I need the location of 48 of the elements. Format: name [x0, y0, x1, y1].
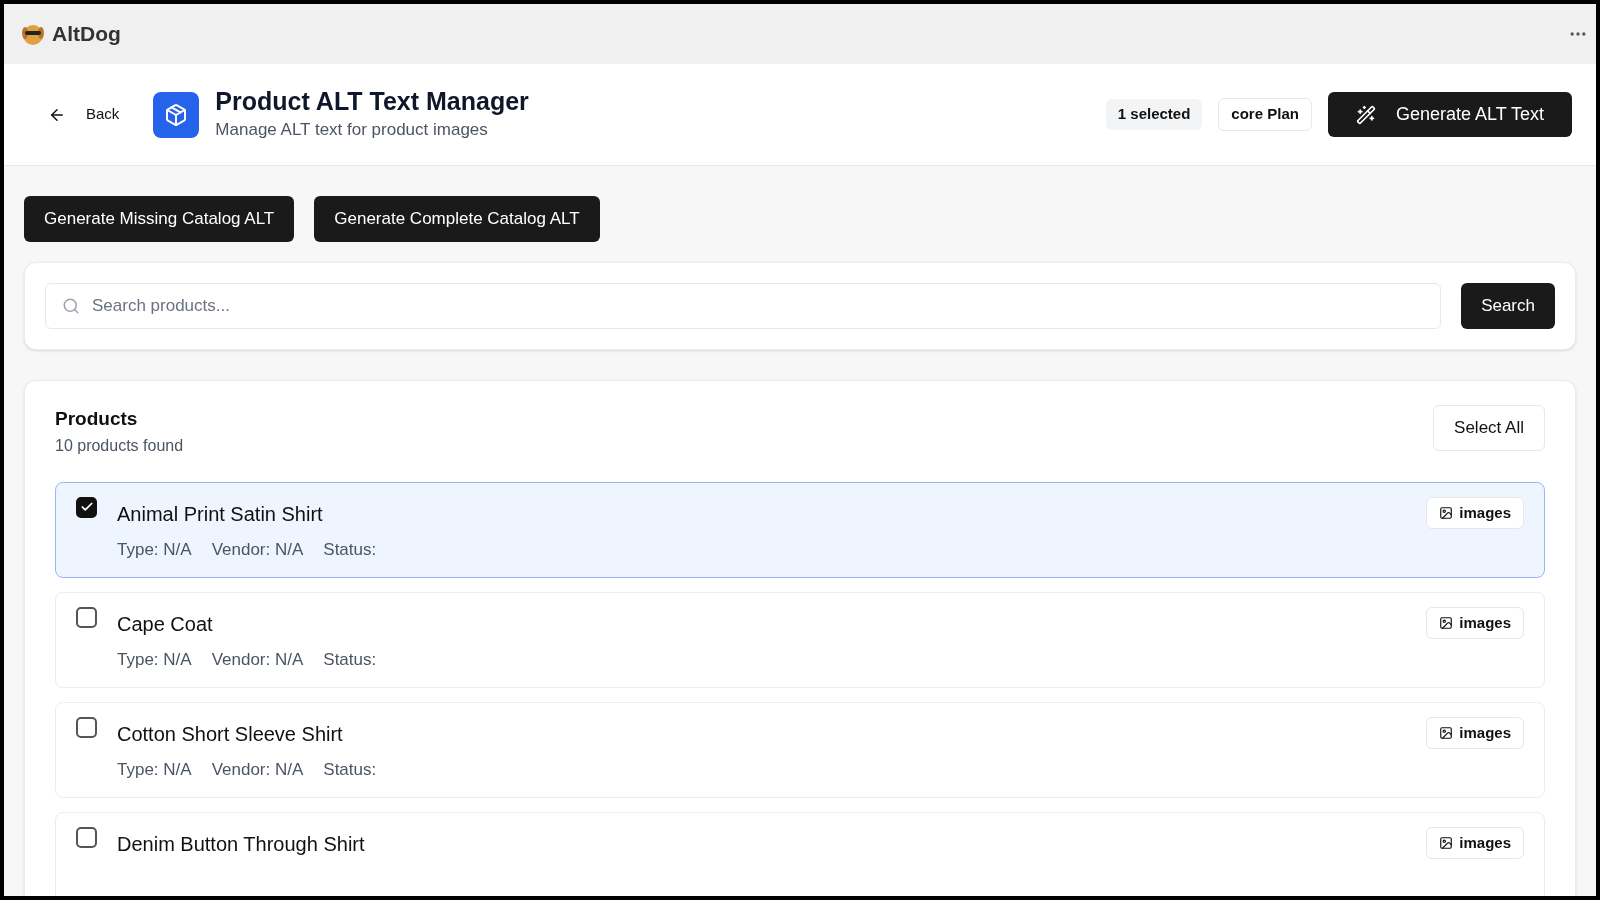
- checkbox[interactable]: [76, 496, 97, 518]
- selected-count: 1 selected: [1105, 99, 1203, 130]
- image-icon: [1439, 725, 1454, 740]
- page-subtitle: Manage ALT text for product images: [215, 119, 489, 142]
- products-title: Products: [55, 407, 139, 431]
- images-badge: images: [1426, 496, 1524, 529]
- product-name: Cape Coat: [117, 611, 214, 637]
- generate-alt-text-button[interactable]: Generate ALT Text: [1327, 92, 1572, 137]
- image-icon: [1439, 835, 1454, 850]
- product-vendor: Vendor: N/A: [211, 758, 304, 781]
- plan-label: core Plan: [1218, 98, 1312, 131]
- product-name: Denim Button Through Shirt: [117, 831, 365, 857]
- image-icon: [1439, 615, 1454, 630]
- checkbox[interactable]: [76, 606, 97, 628]
- package-icon: [153, 91, 200, 138]
- select-all-button[interactable]: Select All: [1433, 405, 1545, 451]
- checkbox[interactable]: [76, 826, 97, 848]
- images-badge: images: [1426, 606, 1524, 639]
- product-type: Type: N/A: [117, 758, 192, 781]
- checkbox[interactable]: [76, 716, 97, 738]
- product-type: Type: N/A: [117, 538, 192, 561]
- product-row[interactable]: Cape Coat Type: N/A Vendor: N/A Status: images: [55, 591, 1545, 688]
- product-row[interactable]: Cotton Short Sleeve Shirt Type: N/A Vendor: N/A Status: images: [55, 701, 1545, 798]
- search-input[interactable]: Search products...: [92, 293, 1425, 319]
- search-icon: [62, 297, 80, 315]
- images-badge: images: [1426, 826, 1524, 859]
- product-status: Status:: [323, 758, 377, 781]
- search-button[interactable]: Search: [1461, 283, 1555, 329]
- product-row[interactable]: Denim Button Through Shirt images: [55, 811, 1545, 896]
- catalog-action-button[interactable]: Generate Complete Catalog ALT: [314, 196, 600, 242]
- search-field[interactable]: Search products...: [45, 283, 1442, 329]
- product-type: Type: N/A: [117, 648, 192, 671]
- product-vendor: Vendor: N/A: [211, 648, 304, 671]
- product-status: Status:: [323, 648, 377, 671]
- image-icon: [1439, 505, 1454, 520]
- product-name: Cotton Short Sleeve Shirt: [117, 721, 344, 747]
- magic-wand-icon: [1355, 104, 1376, 125]
- check-icon: [79, 500, 94, 514]
- products-count: 10 products found: [55, 435, 184, 456]
- product-vendor: Vendor: N/A: [211, 538, 304, 561]
- catalog-action-button[interactable]: Generate Missing Catalog ALT: [24, 196, 295, 242]
- product-name: Animal Print Satin Shirt: [117, 501, 324, 527]
- images-badge: images: [1426, 716, 1524, 749]
- page-title: Product ALT Text Manager: [215, 86, 529, 118]
- app-name: AltDog: [52, 21, 121, 48]
- back-button[interactable]: Back: [40, 95, 128, 134]
- product-status: Status:: [323, 538, 377, 561]
- product-row[interactable]: Animal Print Satin Shirt Type: N/A Vendor: N/A Status: images: [55, 481, 1545, 578]
